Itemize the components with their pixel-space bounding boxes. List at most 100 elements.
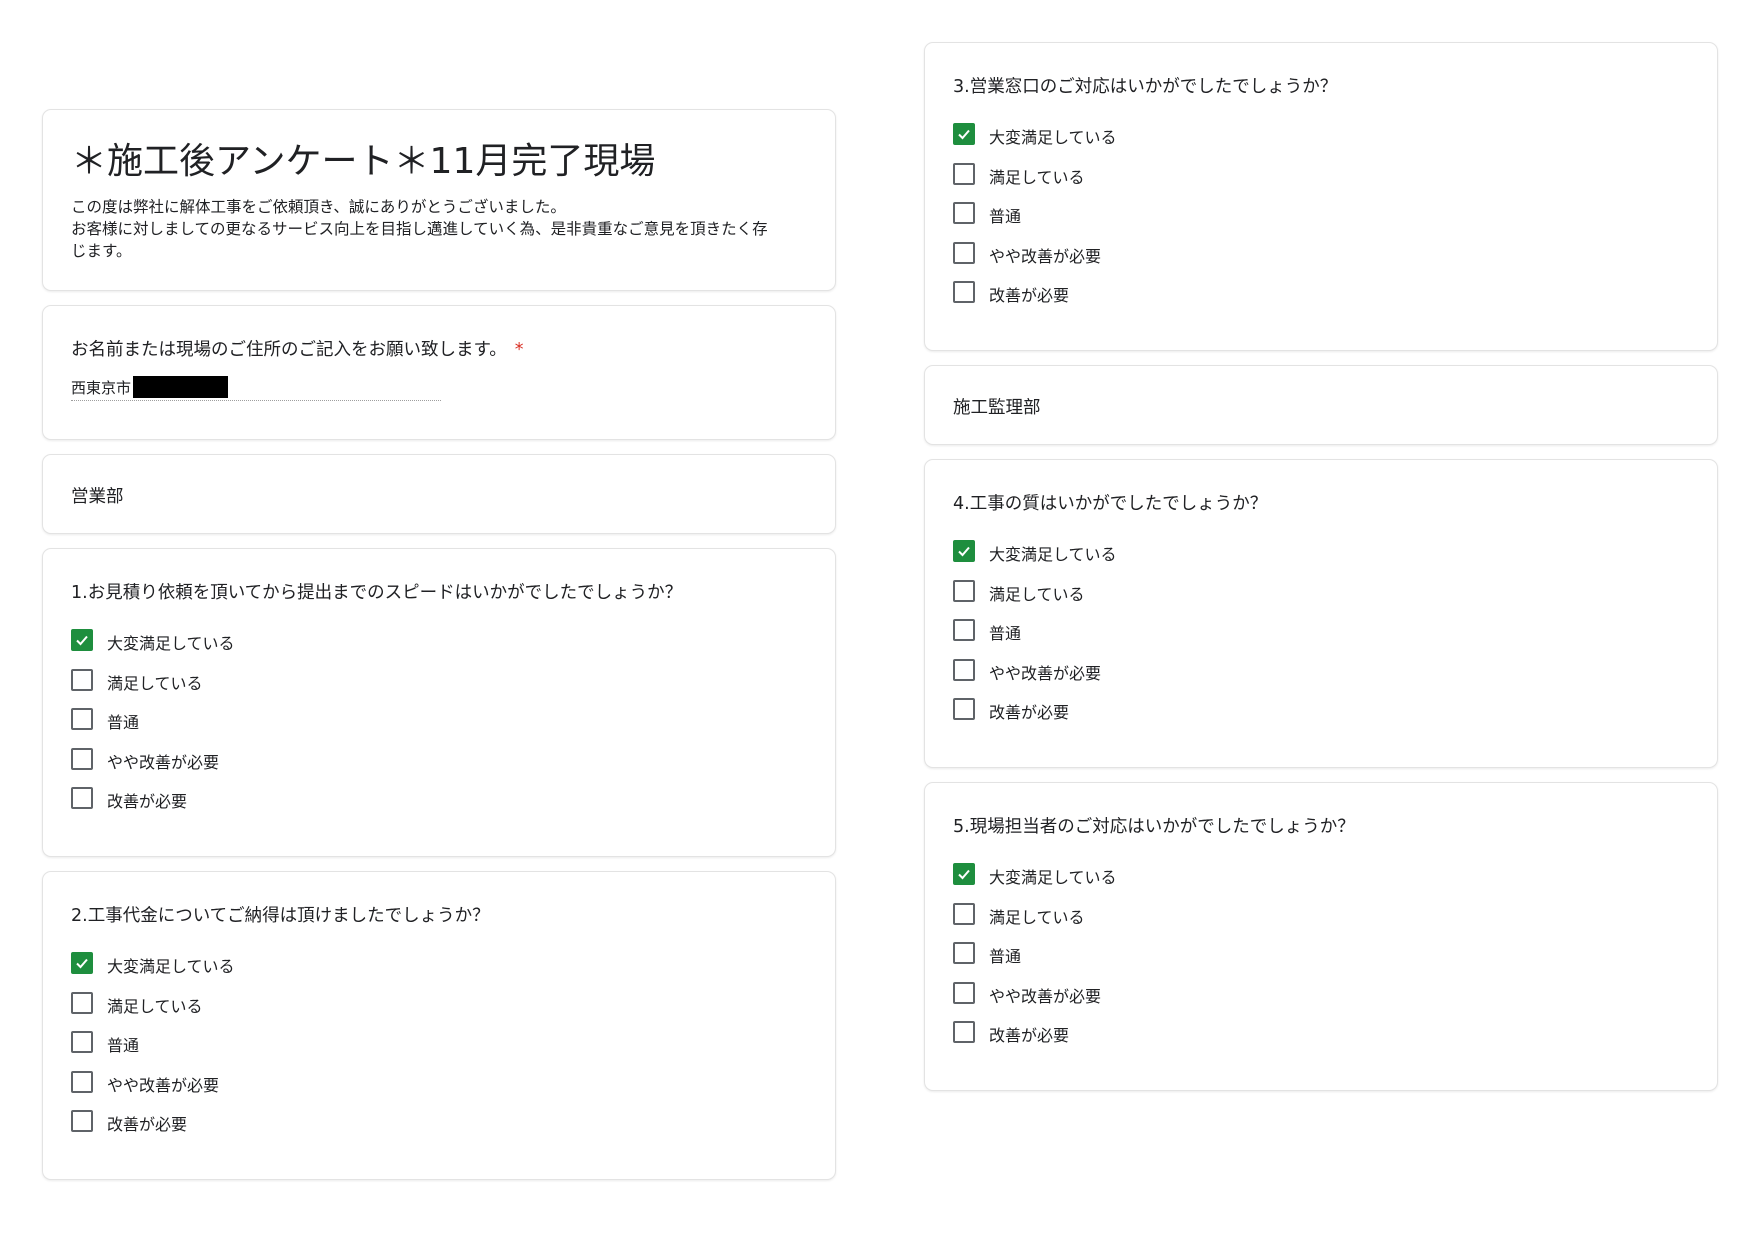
form-description-line: じます。 bbox=[71, 242, 132, 260]
checkbox-label: 大変満足している bbox=[989, 128, 1117, 147]
checkbox[interactable] bbox=[953, 162, 975, 185]
checkbox[interactable] bbox=[953, 902, 975, 925]
checkbox-option[interactable]: 改善が必要 bbox=[953, 1021, 1353, 1045]
checkbox-option[interactable]: 満足している bbox=[953, 902, 1353, 927]
checkbox-option[interactable]: 改善が必要 bbox=[71, 1110, 471, 1134]
checkbox[interactable] bbox=[71, 708, 93, 731]
checkbox-label: 大変満足している bbox=[107, 957, 235, 976]
checkbox-option[interactable]: やや改善が必要 bbox=[953, 241, 1353, 266]
checkbox[interactable] bbox=[953, 202, 975, 225]
checkbox-option[interactable]: やや改善が必要 bbox=[71, 747, 471, 772]
checkbox[interactable] bbox=[953, 942, 975, 965]
checkbox-option[interactable]: 普通 bbox=[953, 942, 1353, 966]
checkbox-option[interactable]: 普通 bbox=[953, 202, 1353, 226]
checkbox-label: やや改善が必要 bbox=[989, 246, 1102, 266]
checkbox-label: 改善が必要 bbox=[107, 792, 188, 812]
checkbox[interactable] bbox=[953, 281, 975, 304]
question-card-2: 2.工事代金についてご納得は頂けましたでしょうか？ 大変満足している 満足している普… bbox=[42, 871, 836, 1180]
checkbox-label: 満足している bbox=[989, 167, 1085, 187]
question-card-3: 3.営業窓口のご対応はいかがでしたでしょうか？ 大変満足している 満足している 普通や… bbox=[924, 42, 1718, 351]
checkbox-label: 改善が必要 bbox=[989, 1026, 1070, 1046]
checkmark-icon bbox=[958, 546, 970, 557]
checkbox-label: 普通 bbox=[989, 947, 1022, 967]
checkbox[interactable] bbox=[953, 619, 975, 642]
checkbox-option[interactable]: 大変満足している bbox=[71, 629, 471, 653]
form-description-line: この度は弊社に解体工事をご依頼頂き、誠にありがとうございました。 bbox=[71, 198, 566, 216]
checkbox[interactable] bbox=[953, 241, 975, 264]
checkbox-label: やや改善が必要 bbox=[989, 663, 1102, 683]
question-title: 4.工事の質はいかがでしたでしょうか？ bbox=[953, 494, 1268, 514]
checkbox-label: やや改善が必要 bbox=[107, 1075, 220, 1095]
checkbox[interactable] bbox=[71, 787, 93, 810]
checkbox[interactable] bbox=[953, 698, 975, 721]
checkbox-label: 普通 bbox=[989, 624, 1022, 644]
question-card-4: 4.工事の質はいかがでしたでしょうか？ 大変満足している 満足している 普通やや改善が… bbox=[924, 459, 1718, 768]
checkbox-option[interactable]: 普通 bbox=[953, 619, 1353, 643]
checkbox-option[interactable]: 改善が必要 bbox=[953, 698, 1353, 722]
checkbox[interactable] bbox=[953, 579, 975, 602]
checkbox-checked[interactable] bbox=[953, 540, 975, 562]
checkbox[interactable] bbox=[71, 747, 93, 770]
checkbox-checked[interactable] bbox=[71, 629, 93, 651]
checkbox-label: 大変満足している bbox=[989, 545, 1117, 564]
checkbox-label: 満足している bbox=[107, 673, 203, 693]
checkbox-option[interactable]: 満足している bbox=[953, 579, 1353, 604]
checkbox-option[interactable]: 改善が必要 bbox=[953, 281, 1353, 305]
form-description: この度は弊社に解体工事をご依頼頂き、誠にありがとうございました。 お客様に対しま… bbox=[71, 196, 811, 262]
required-mark: * bbox=[514, 340, 524, 360]
checkbox[interactable] bbox=[71, 1070, 93, 1093]
name-answer-field[interactable]: 西東京市 bbox=[71, 376, 441, 401]
checkbox-label: 満足している bbox=[989, 907, 1085, 927]
form-header-card: ＊施工後アンケート＊11月完了現場 この度は弊社に解体工事をご依頼頂き、誠にあり… bbox=[42, 109, 836, 291]
checkbox-checked[interactable] bbox=[71, 952, 93, 974]
checkbox-label: 改善が必要 bbox=[989, 286, 1070, 306]
checkbox-option[interactable]: 普通 bbox=[71, 1031, 471, 1055]
checkbox-option[interactable]: 大変満足している bbox=[953, 863, 1353, 887]
checkbox-option[interactable]: やや改善が必要 bbox=[71, 1070, 471, 1095]
checkmark-icon bbox=[76, 958, 88, 969]
checkbox-label: 改善が必要 bbox=[989, 703, 1070, 723]
question-card-5: 5.現場担当者のご対応はいかがでしたでしょうか？ 大変満足している満足している 普通… bbox=[924, 782, 1718, 1091]
checkbox-checked[interactable] bbox=[953, 863, 975, 885]
checkbox-option[interactable]: 満足している bbox=[953, 162, 1353, 187]
checkbox-label: やや改善が必要 bbox=[989, 986, 1102, 1006]
checkbox-option[interactable]: やや改善が必要 bbox=[953, 658, 1353, 683]
checkbox[interactable] bbox=[71, 1110, 93, 1133]
form-description-line: お客様に対しましての更なるサービス向上を目指し邁進していく為、是非貴重なご意見を… bbox=[71, 220, 768, 238]
checkbox[interactable] bbox=[71, 991, 93, 1014]
checkmark-icon bbox=[76, 635, 88, 646]
checkbox-checked[interactable] bbox=[953, 123, 975, 145]
question-title-text: お名前または現場のご住所のご記入をお願い致します。 bbox=[71, 340, 507, 360]
checkbox-option[interactable]: 大変満足している bbox=[953, 540, 1353, 564]
redacted-block bbox=[133, 376, 228, 398]
checkbox-option[interactable]: 大変満足している bbox=[71, 952, 471, 976]
question-title: 5.現場担当者のご対応はいかがでしたでしょうか？ bbox=[953, 817, 1355, 837]
checkmark-icon bbox=[958, 869, 970, 880]
question-title: 1.お見積り依頼を頂いてから提出までのスピードはいかがでしたでしょうか？ bbox=[71, 583, 683, 603]
checkbox-label: 満足している bbox=[989, 584, 1085, 604]
checkbox[interactable] bbox=[953, 981, 975, 1004]
name-question-card: お名前または現場のご住所のご記入をお願い致します。 * 西東京市 bbox=[42, 305, 836, 440]
checkbox-option[interactable]: 満足している bbox=[71, 991, 471, 1016]
checkbox-label: 大変満足している bbox=[107, 634, 235, 653]
checkbox-label: 改善が必要 bbox=[107, 1115, 188, 1135]
question-card-1: 1.お見積り依頼を頂いてから提出までのスピードはいかがでしたでしょうか？ 大変満足… bbox=[42, 548, 836, 857]
checkbox[interactable] bbox=[71, 668, 93, 691]
checkmark-icon bbox=[958, 129, 970, 140]
section-title: 営業部 bbox=[71, 487, 124, 507]
checkbox-label: 普通 bbox=[107, 1036, 140, 1056]
section-title: 施工監理部 bbox=[953, 398, 1041, 418]
checkbox-option[interactable]: 大変満足している bbox=[953, 123, 1353, 147]
form-title: ＊施工後アンケート＊11月完了現場 bbox=[71, 141, 656, 182]
checkbox[interactable] bbox=[71, 1031, 93, 1054]
checkbox-label: 満足している bbox=[107, 996, 203, 1016]
section-header-sales: 営業部 bbox=[42, 454, 836, 534]
checkbox-option[interactable]: 普通 bbox=[71, 708, 471, 732]
checkbox-option[interactable]: やや改善が必要 bbox=[953, 981, 1353, 1006]
checkbox-option[interactable]: 改善が必要 bbox=[71, 787, 471, 811]
checkbox-option[interactable]: 満足している bbox=[71, 668, 471, 693]
checkbox[interactable] bbox=[953, 1021, 975, 1044]
question-title: 3.営業窓口のご対応はいかがでしたでしょうか？ bbox=[953, 77, 1338, 97]
checkbox[interactable] bbox=[953, 658, 975, 681]
checkbox-label: 普通 bbox=[989, 207, 1022, 227]
